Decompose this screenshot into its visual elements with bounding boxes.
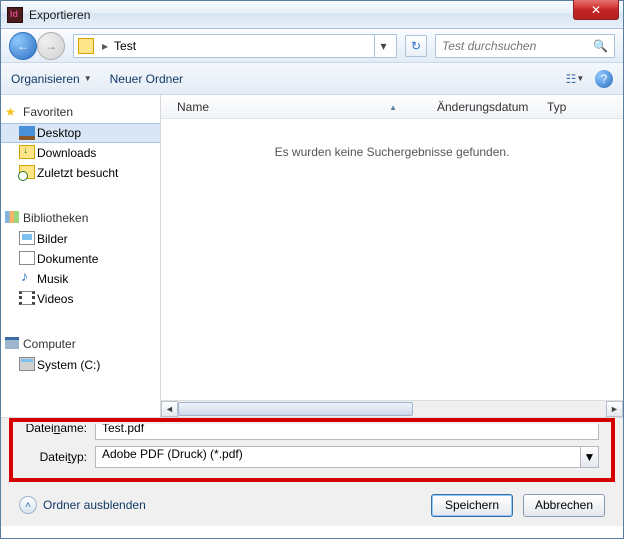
search-box[interactable]: 🔍	[435, 34, 615, 58]
sort-asc-icon: ▲	[389, 103, 397, 112]
help-icon: ?	[601, 72, 608, 86]
videos-icon	[19, 291, 35, 305]
filetype-label: Dateityp:	[25, 450, 95, 464]
sidebar-group-computer[interactable]: Computer	[1, 333, 160, 355]
titlebar: Exportieren ✕	[1, 1, 623, 29]
star-icon: ★	[5, 105, 16, 119]
filename-row: Dateiname: Test.pdf	[25, 424, 599, 440]
sidebar-group-libraries[interactable]: Bibliotheken	[1, 207, 160, 229]
close-icon: ✕	[591, 3, 601, 17]
column-modified[interactable]: Änderungsdatum	[437, 100, 547, 114]
chevron-down-icon: ▼	[84, 74, 92, 83]
filetype-row: Dateityp: Adobe PDF (Druck) (*.pdf) ▼	[25, 446, 599, 468]
hide-folders-toggle[interactable]: ˄ Ordner ausblenden	[19, 496, 146, 514]
breadcrumb-dropdown[interactable]: ▾	[374, 35, 392, 57]
empty-results-message: Es wurden keine Suchergebnisse gefunden.	[161, 119, 623, 159]
arrow-left-icon: ←	[17, 39, 29, 53]
sidebar-group-favorites[interactable]: ★ Favoriten	[1, 101, 160, 123]
forward-button: →	[37, 32, 65, 60]
column-headers: Name ▲ Änderungsdatum Typ	[161, 95, 623, 119]
sidebar: ★ Favoriten Desktop Downloads Zuletzt be…	[1, 95, 161, 417]
refresh-button[interactable]: ↻	[405, 35, 427, 57]
sidebar-item-videos[interactable]: Videos	[1, 289, 160, 309]
arrow-right-icon: →	[45, 39, 57, 53]
help-button[interactable]: ?	[595, 70, 613, 88]
toolbar: Organisieren ▼ Neuer Ordner ☷ ▼ ?	[1, 63, 623, 95]
filetype-dropdown-button[interactable]: ▼	[581, 446, 599, 468]
folder-icon	[78, 38, 94, 54]
footer: ˄ Ordner ausblenden Speichern Abbrechen	[1, 484, 623, 526]
scroll-right-button[interactable]: ►	[606, 401, 623, 417]
filename-panel: Dateiname: Test.pdf Dateityp: Adobe PDF …	[1, 417, 623, 484]
documents-icon	[19, 251, 35, 265]
file-list-pane: Name ▲ Änderungsdatum Typ Es wurden kein…	[161, 95, 623, 417]
sidebar-item-pictures[interactable]: Bilder	[1, 229, 160, 249]
column-type[interactable]: Typ	[547, 100, 587, 114]
breadcrumb[interactable]: ▸ Test ▾	[73, 34, 397, 58]
save-button[interactable]: Speichern	[431, 494, 513, 517]
sidebar-item-documents[interactable]: Dokumente	[1, 249, 160, 269]
export-dialog: Exportieren ✕ ← → ▸ Test ▾ ↻ 🔍	[0, 0, 624, 539]
chevron-down-icon: ▼	[576, 74, 584, 83]
music-icon	[19, 271, 35, 285]
sidebar-item-downloads[interactable]: Downloads	[1, 143, 160, 163]
chevron-up-icon: ˄	[19, 496, 37, 514]
computer-icon	[5, 337, 19, 349]
recent-icon	[19, 165, 35, 179]
filename-input[interactable]: Test.pdf	[95, 424, 599, 440]
sidebar-item-recent[interactable]: Zuletzt besucht	[1, 163, 160, 183]
refresh-icon: ↻	[411, 39, 421, 53]
downloads-icon	[19, 145, 35, 159]
filename-label: Dateiname:	[25, 424, 95, 440]
breadcrumb-segment[interactable]: Test	[114, 39, 136, 53]
chevron-down-icon: ▾	[380, 39, 386, 53]
nav-bar: ← → ▸ Test ▾ ↻ 🔍	[1, 29, 623, 63]
desktop-icon	[19, 126, 35, 140]
new-folder-button[interactable]: Neuer Ordner	[110, 72, 183, 86]
scroll-track[interactable]	[178, 401, 606, 417]
filetype-combo[interactable]: Adobe PDF (Druck) (*.pdf)	[95, 446, 581, 468]
drive-icon	[19, 357, 35, 371]
view-icon: ☷	[566, 72, 577, 86]
cancel-button[interactable]: Abbrechen	[523, 494, 605, 517]
search-input[interactable]	[442, 39, 608, 53]
back-button[interactable]: ←	[9, 32, 37, 60]
indesign-icon	[7, 7, 23, 23]
search-icon: 🔍	[593, 39, 608, 53]
column-name[interactable]: Name ▲	[177, 100, 437, 114]
sidebar-item-music[interactable]: Musik	[1, 269, 160, 289]
sidebar-item-system-c[interactable]: System (C:)	[1, 355, 160, 375]
libraries-icon	[5, 211, 19, 223]
pictures-icon	[19, 231, 35, 245]
horizontal-scrollbar[interactable]: ◄ ►	[161, 400, 623, 417]
close-button[interactable]: ✕	[573, 0, 619, 20]
scroll-thumb[interactable]	[178, 402, 413, 416]
main-area: ★ Favoriten Desktop Downloads Zuletzt be…	[1, 95, 623, 417]
organize-menu[interactable]: Organisieren ▼	[11, 72, 92, 86]
scroll-left-button[interactable]: ◄	[161, 401, 178, 417]
chevron-down-icon: ▼	[584, 450, 596, 464]
view-options-button[interactable]: ☷ ▼	[563, 68, 587, 90]
sidebar-item-desktop[interactable]: Desktop	[1, 123, 160, 143]
window-title: Exportieren	[29, 8, 90, 22]
chevron-right-icon: ▸	[96, 39, 114, 53]
